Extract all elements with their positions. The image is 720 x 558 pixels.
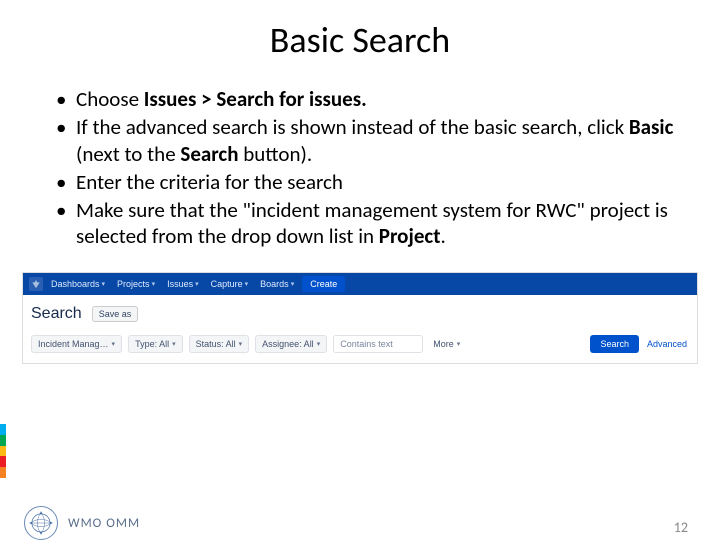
nav-capture[interactable]: Capture▾ bbox=[207, 279, 253, 289]
chevron-down-icon: ▾ bbox=[172, 340, 176, 348]
label: Issues bbox=[167, 279, 193, 289]
bullet-4: Make sure that the "incident management … bbox=[56, 197, 680, 250]
page-number: 12 bbox=[674, 519, 688, 536]
search-heading: Search bbox=[31, 305, 82, 323]
nav-boards[interactable]: Boards▾ bbox=[256, 279, 298, 289]
chevron-down-icon: ▾ bbox=[291, 280, 295, 288]
save-as-button[interactable]: Save as bbox=[92, 306, 139, 322]
app-top-nav: Dashboards▾ Projects▾ Issues▾ Capture▾ B… bbox=[23, 273, 697, 295]
assignee-filter[interactable]: Assignee: All▾ bbox=[255, 335, 327, 353]
bullet-3: Enter the criteria for the search bbox=[56, 169, 680, 195]
text-bold: Basic bbox=[629, 114, 673, 140]
chevron-down-icon: ▾ bbox=[317, 340, 321, 348]
label: Boards bbox=[260, 279, 289, 289]
text-bold: Issues > Search for issues. bbox=[144, 86, 367, 112]
accent-stripe bbox=[0, 424, 6, 478]
project-filter[interactable]: Incident Manag…▾ bbox=[31, 335, 122, 353]
filter-row: Incident Manag…▾ Type: All▾ Status: All▾… bbox=[23, 331, 697, 363]
wmo-logo-icon bbox=[24, 506, 58, 540]
create-button[interactable]: Create bbox=[302, 276, 345, 292]
jira-logo-icon bbox=[29, 277, 43, 291]
search-heading-row: Search Save as bbox=[23, 295, 697, 331]
bullet-list: Choose Issues > Search for issues. If th… bbox=[0, 86, 720, 250]
text: . bbox=[440, 223, 445, 249]
label: Type: All bbox=[135, 339, 169, 349]
label: Projects bbox=[117, 279, 150, 289]
chevron-down-icon: ▾ bbox=[152, 280, 156, 288]
chevron-down-icon: ▾ bbox=[102, 280, 106, 288]
contains-text-input[interactable]: Contains text bbox=[333, 335, 423, 353]
chevron-down-icon: ▾ bbox=[112, 340, 116, 348]
type-filter[interactable]: Type: All▾ bbox=[128, 335, 183, 353]
bullet-2: If the advanced search is shown instead … bbox=[56, 114, 680, 167]
text: Enter the criteria for the search bbox=[76, 169, 343, 195]
app-screenshot: Dashboards▾ Projects▾ Issues▾ Capture▾ B… bbox=[22, 272, 698, 364]
text-bold: Search bbox=[180, 141, 238, 167]
label: Assignee: All bbox=[262, 339, 314, 349]
slide-title: Basic Search bbox=[0, 18, 720, 62]
label: More bbox=[433, 339, 454, 349]
text: button). bbox=[238, 141, 312, 167]
text: Make sure that the "incident management … bbox=[76, 197, 668, 249]
chevron-down-icon: ▾ bbox=[457, 340, 461, 348]
label: Dashboards bbox=[51, 279, 100, 289]
nav-issues[interactable]: Issues▾ bbox=[163, 279, 203, 289]
text: (next to the bbox=[76, 141, 180, 167]
advanced-link[interactable]: Advanced bbox=[645, 339, 689, 349]
more-filters[interactable]: More▾ bbox=[429, 336, 464, 352]
label: Incident Manag… bbox=[38, 339, 109, 349]
nav-projects[interactable]: Projects▾ bbox=[113, 279, 159, 289]
chevron-down-icon: ▾ bbox=[239, 340, 243, 348]
text-bold: Project bbox=[379, 223, 441, 249]
text: If the advanced search is shown instead … bbox=[76, 114, 629, 140]
text: Choose bbox=[76, 86, 144, 112]
footer: WMO OMM bbox=[24, 506, 140, 540]
label: Capture bbox=[211, 279, 243, 289]
label: Status: All bbox=[196, 339, 236, 349]
nav-dashboards[interactable]: Dashboards▾ bbox=[47, 279, 109, 289]
org-name: WMO OMM bbox=[68, 516, 140, 531]
chevron-down-icon: ▾ bbox=[245, 280, 249, 288]
chevron-down-icon: ▾ bbox=[195, 280, 199, 288]
bullet-1: Choose Issues > Search for issues. bbox=[56, 86, 680, 112]
status-filter[interactable]: Status: All▾ bbox=[189, 335, 250, 353]
search-button[interactable]: Search bbox=[590, 335, 639, 353]
